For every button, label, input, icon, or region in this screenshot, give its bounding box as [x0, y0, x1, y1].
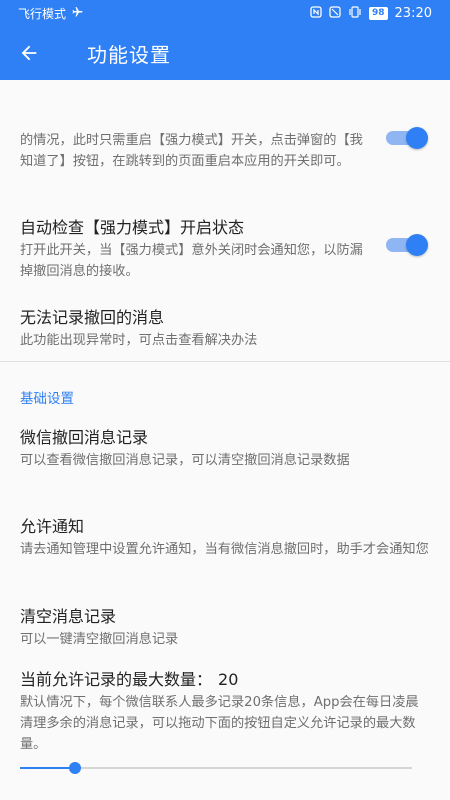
- section-divider: [0, 361, 450, 362]
- max-count-value: 20: [218, 670, 239, 689]
- cannot-record-item[interactable]: 无法记录撤回的消息 此功能出现异常时，可点击查看解决办法: [20, 308, 430, 351]
- auto-check-desc: 打开此开关，当【强力模式】意外关闭时会通知您，以防漏掉撤回消息的接收。: [20, 243, 363, 279]
- settings-list: 的情况，此时只需重启【强力模式】开关，点击弹窗的【我知道了】按钮，在跳转到的页面…: [0, 80, 450, 800]
- auto-check-title: 自动检查【强力模式】开启状态: [20, 218, 245, 237]
- cannot-record-desc: 此功能出现异常时，可点击查看解决办法: [20, 333, 258, 348]
- allow-notify-item[interactable]: 允许通知 请去通知管理中设置允许通知，当有微信消息撤回时，助手才会通知您: [20, 517, 430, 560]
- strong-mode-notice-desc: 的情况，此时只需重启【强力模式】开关，点击弹窗的【我知道了】按钮，在跳转到的页面…: [20, 133, 363, 169]
- slider-fill: [20, 767, 75, 769]
- status-bar: 飞行模式 98 23:20: [0, 0, 450, 26]
- clear-records-title: 清空消息记录: [20, 607, 117, 626]
- page-title: 功能设置: [87, 42, 171, 67]
- auto-check-item[interactable]: 自动检查【强力模式】开启状态 打开此开关，当【强力模式】意外关闭时会通知您，以防…: [20, 218, 370, 282]
- strong-mode-notice-item: 的情况，此时只需重启【强力模式】开关，点击弹窗的【我知道了】按钮，在跳转到的页面…: [20, 128, 370, 172]
- allow-notify-desc: 请去通知管理中设置允许通知，当有微信消息撤回时，助手才会通知您: [20, 542, 429, 557]
- vibrate-icon: [348, 6, 362, 20]
- back-button[interactable]: [0, 26, 58, 80]
- clear-records-desc: 可以一键清空撤回消息记录: [20, 632, 179, 647]
- status-right: 98 23:20: [310, 6, 432, 21]
- max-count-title: 当前允许记录的最大数量： 20: [20, 670, 430, 690]
- cannot-record-title: 无法记录撤回的消息: [20, 308, 165, 327]
- basic-settings-header: 基础设置: [20, 391, 74, 407]
- recall-records-item[interactable]: 微信撤回消息记录 可以查看微信撤回消息记录，可以清空撤回消息记录数据: [20, 428, 430, 471]
- max-count-slider[interactable]: [20, 758, 412, 778]
- app-bar: 功能设置: [0, 26, 450, 80]
- arrow-back-icon: [21, 45, 37, 61]
- airplane-icon: [71, 6, 84, 20]
- status-left: 飞行模式: [18, 5, 84, 22]
- recall-records-desc: 可以查看微信撤回消息记录，可以清空撤回消息记录数据: [20, 453, 350, 468]
- max-count-label: 当前允许记录的最大数量：: [20, 670, 213, 689]
- switch-knob: [406, 127, 428, 149]
- switch-knob: [406, 234, 428, 256]
- airplane-mode-text: 飞行模式: [18, 6, 67, 21]
- nfc-icon: [310, 6, 322, 20]
- auto-check-switch[interactable]: [386, 234, 428, 256]
- clear-records-item[interactable]: 清空消息记录 可以一键清空撤回消息记录: [20, 607, 430, 650]
- allow-notify-title: 允许通知: [20, 517, 85, 536]
- strong-mode-switch[interactable]: [386, 127, 428, 149]
- slider-thumb[interactable]: [68, 762, 81, 774]
- recall-records-title: 微信撤回消息记录: [20, 428, 149, 447]
- battery-icon: 98: [369, 6, 388, 20]
- clock: 23:20: [394, 5, 432, 21]
- max-count-desc: 默认情况下，每个微信联系人最多记录20条信息，App会在每日凌晨清理多余的消息记…: [20, 695, 419, 752]
- max-count-item: 当前允许记录的最大数量： 20 默认情况下，每个微信联系人最多记录20条信息，Ap…: [20, 670, 430, 755]
- mute-icon: [329, 6, 341, 20]
